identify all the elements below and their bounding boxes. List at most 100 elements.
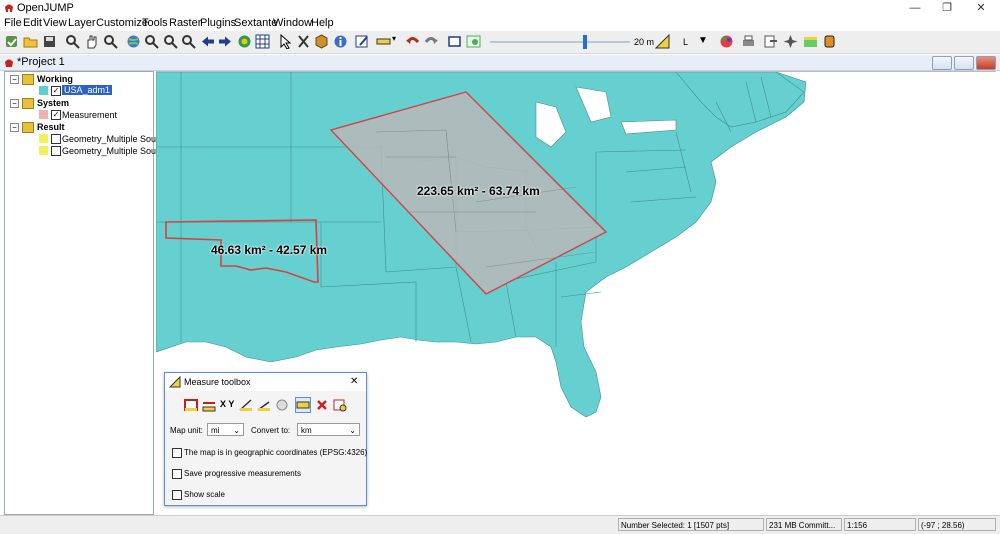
measure-ruler-toggle-icon[interactable] [295, 397, 311, 413]
package-icon[interactable] [314, 34, 329, 49]
measure-label-large: 223.65 km² - 63.74 km [417, 184, 540, 198]
measurement-checkbox[interactable]: ✓ [51, 110, 61, 120]
scale-slider-track[interactable] [490, 41, 630, 43]
layers-icon[interactable] [237, 34, 252, 49]
palette-icon[interactable] [719, 34, 734, 49]
l-dropdown-arrow-icon[interactable]: ▼ [698, 35, 708, 46]
layer-measurement[interactable]: Measurement [62, 110, 117, 120]
menu-edit[interactable]: Edit [23, 17, 42, 29]
zoom-out-icon[interactable] [163, 34, 178, 49]
geometry-1-checkbox[interactable] [51, 134, 61, 144]
new-project-icon[interactable] [4, 34, 19, 49]
measure-toolbox-icon [168, 375, 181, 391]
project-icon [4, 57, 14, 71]
result-folder-icon [22, 122, 34, 133]
open-folder-icon[interactable] [23, 34, 38, 49]
category-result[interactable]: Result [37, 122, 65, 132]
measure-area-icon[interactable] [184, 398, 198, 412]
pan-hand-icon[interactable] [84, 34, 99, 49]
menu-layer[interactable]: Layer [68, 17, 96, 29]
scissors-icon[interactable] [296, 34, 311, 49]
zoom-icon[interactable] [65, 34, 80, 49]
show-scale-checkbox[interactable] [172, 490, 182, 500]
project-title: *Project 1 [17, 56, 65, 68]
zoom-previous-icon[interactable] [103, 34, 118, 49]
zoom-in-icon[interactable] [144, 34, 159, 49]
wms-icon[interactable] [803, 34, 818, 49]
toolbox-close-button[interactable]: ✕ [350, 376, 358, 387]
grid-icon[interactable] [255, 34, 270, 49]
result-expander[interactable]: − [10, 123, 19, 132]
map-unit-select[interactable]: mi ⌄ [207, 423, 244, 436]
working-expander[interactable]: − [10, 75, 19, 84]
menu-window[interactable]: Window [273, 17, 312, 29]
map-unit-label: Map unit: [170, 426, 203, 435]
measure-xy-label[interactable]: X Y [220, 399, 234, 409]
convert-to-value: km [301, 426, 312, 435]
menu-plugins[interactable]: Plugins [200, 17, 236, 29]
redo-icon[interactable] [424, 34, 439, 49]
menu-sextante[interactable]: Sextante [234, 17, 277, 29]
progressive-measurements-checkbox[interactable] [172, 469, 182, 479]
star-icon[interactable] [783, 34, 798, 49]
delete-measurements-icon[interactable] [315, 398, 329, 412]
close-button[interactable]: ✕ [966, 1, 996, 15]
restore-button[interactable]: ❐ [932, 1, 962, 15]
category-working[interactable]: Working [37, 74, 73, 84]
save-icon[interactable] [42, 34, 57, 49]
progressive-measurements-label[interactable]: Save progressive measurements [184, 469, 301, 478]
image-icon[interactable] [466, 34, 481, 49]
menu-file[interactable]: File [4, 17, 22, 29]
print-icon[interactable] [741, 34, 756, 49]
measure-icon[interactable] [654, 33, 670, 49]
export-icon[interactable] [763, 34, 778, 49]
convert-to-chevron-down-icon: ⌄ [349, 426, 356, 435]
info-icon[interactable] [333, 34, 348, 49]
geographic-coords-checkbox[interactable] [172, 448, 182, 458]
status-number-selected: Number Selected: 1 [1507 pts] [618, 518, 764, 531]
system-expander[interactable]: − [10, 99, 19, 108]
globe-icon[interactable] [126, 34, 141, 49]
main-toolbar: ▾ 20 m L ▼ [0, 31, 1000, 54]
measure-compass-icon[interactable] [275, 398, 289, 412]
measure-angle-icon[interactable] [239, 398, 253, 412]
menu-help[interactable]: Help [311, 17, 334, 29]
geometry-2-swatch [39, 146, 48, 155]
back-arrow-icon[interactable] [200, 34, 215, 49]
layer-geometry-1[interactable]: Geometry_Multiple Source [62, 134, 169, 144]
usa-adm1-swatch [39, 86, 48, 95]
undo-icon[interactable] [405, 34, 420, 49]
frame-minimize-button[interactable] [932, 56, 952, 70]
show-scale-label[interactable]: Show scale [184, 490, 225, 499]
menu-tools[interactable]: Tools [142, 17, 168, 29]
measure-angle-2-icon[interactable] [257, 398, 271, 412]
frame-restore-button[interactable] [954, 56, 974, 70]
menu-bar: File Edit View Layer Customize Tools Ras… [0, 16, 1000, 31]
layer-usa-adm1[interactable]: USA_adm1 [62, 85, 113, 95]
select-arrow-icon[interactable] [278, 33, 293, 50]
menu-view[interactable]: View [43, 17, 67, 29]
window-icon[interactable] [447, 34, 462, 49]
usa-adm1-checkbox[interactable]: ✓ [51, 86, 61, 96]
menu-raster[interactable]: Raster [169, 17, 201, 29]
measure-settings-icon[interactable] [333, 398, 347, 412]
database-icon[interactable] [822, 34, 837, 49]
scale-slider-thumb[interactable] [583, 35, 587, 49]
geometry-2-checkbox[interactable] [51, 146, 61, 156]
zoom-extent-icon[interactable] [181, 34, 196, 49]
geographic-coords-label[interactable]: The map is in geographic coordinates (EP… [184, 448, 367, 457]
edit-pencil-icon[interactable] [355, 34, 370, 49]
measure-distance-icon[interactable] [202, 398, 216, 412]
layer-geometry-2[interactable]: Geometry_Multiple Source [62, 146, 169, 156]
forward-arrow-icon[interactable] [218, 34, 233, 49]
ruler-icon[interactable] [376, 34, 391, 49]
menu-customize[interactable]: Customize [96, 17, 148, 29]
openjump-logo-icon [4, 2, 14, 13]
convert-to-select[interactable]: km ⌄ [297, 423, 360, 436]
status-memory: 231 MB Committ... [766, 518, 842, 531]
category-system[interactable]: System [37, 98, 69, 108]
minimize-button[interactable]: — [900, 1, 930, 15]
frame-close-button[interactable] [976, 56, 996, 70]
measurement-swatch [39, 110, 48, 119]
status-scale: 1:156 [844, 518, 916, 531]
